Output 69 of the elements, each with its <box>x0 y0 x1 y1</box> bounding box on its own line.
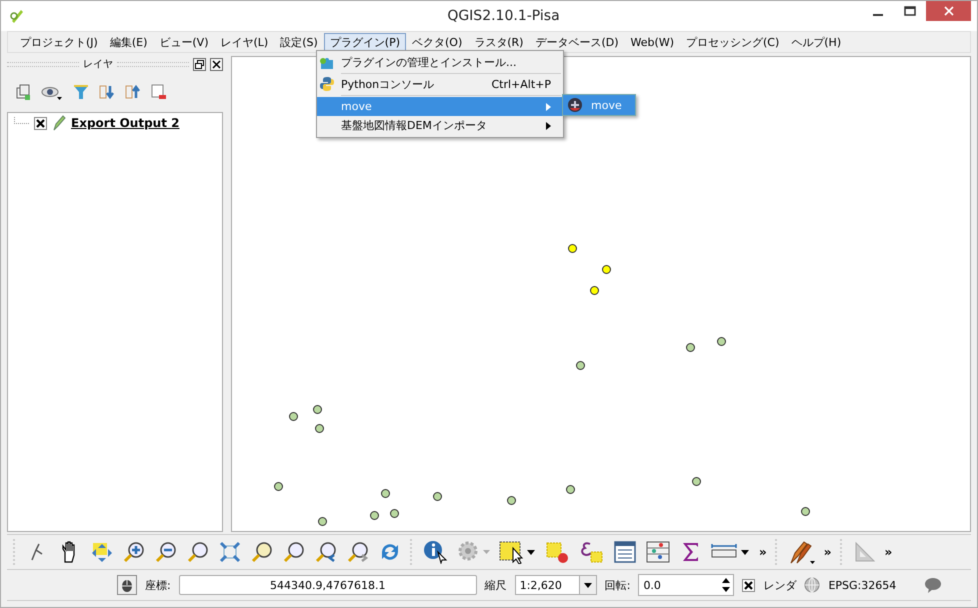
collapse-all-icon[interactable] <box>125 84 141 100</box>
scale-label: 縮尺 <box>484 578 507 592</box>
crs-label[interactable]: EPSG:32654 <box>828 578 896 592</box>
pencils-icon[interactable] <box>788 539 816 565</box>
menu-entry[interactable]: プラグインの管理とインストール... <box>317 53 563 72</box>
scale-dropdown[interactable]: 1:2,620 <box>514 575 597 595</box>
plugin-icon <box>567 97 583 113</box>
remove-layer-icon[interactable] <box>151 84 167 100</box>
layer-checkbox[interactable] <box>34 116 47 130</box>
panel-title: レイヤ <box>83 58 113 71</box>
python-icon <box>319 76 335 92</box>
menu-item[interactable]: ビュー(V) <box>153 32 214 52</box>
minimize-icon <box>873 14 883 16</box>
rotation-spinbox[interactable]: 0.0 <box>638 574 734 596</box>
pan-to-selection-icon[interactable] <box>90 540 114 564</box>
speech-bubble-icon[interactable] <box>924 577 942 593</box>
filter-icon[interactable] <box>73 84 89 100</box>
maximize-icon <box>904 6 916 16</box>
close-panel-button[interactable] <box>210 58 223 70</box>
deselect-icon[interactable] <box>545 540 571 564</box>
globe-icon[interactable] <box>804 577 820 593</box>
attribute-table-icon[interactable] <box>613 540 637 564</box>
mouse-toggle-button[interactable] <box>117 575 137 595</box>
menu-entry[interactable]: Pythonコンソール Ctrl+Alt+P <box>317 75 563 94</box>
toolbar-overflow-button[interactable]: » <box>824 545 832 559</box>
zoom-next-icon[interactable] <box>346 540 370 564</box>
layer-name[interactable]: Export Output 2 <box>71 116 180 130</box>
close-icon <box>944 6 954 16</box>
menu-item[interactable]: プロジェクト(J) <box>14 32 104 52</box>
toolbar-overflow-button[interactable]: » <box>759 545 767 559</box>
render-label: レンダ <box>763 578 796 592</box>
menu-item[interactable]: データベース(D) <box>529 32 625 52</box>
window-title: QGIS2.10.1-Pisa <box>446 8 561 24</box>
render-checkbox[interactable] <box>742 578 756 592</box>
menu-item[interactable]: 編集(E) <box>104 32 154 52</box>
spin-down-icon[interactable] <box>722 587 730 592</box>
menu-item[interactable]: 設定(S) <box>274 32 324 52</box>
pencil-logo-icon <box>9 8 25 24</box>
menu-item[interactable]: レイヤ(L) <box>214 32 274 52</box>
map-canvas[interactable] <box>231 56 971 532</box>
add-group-icon[interactable] <box>15 84 31 100</box>
menu-item[interactable]: ヘルプ(H) <box>785 32 848 52</box>
zoom-out-icon[interactable] <box>154 540 178 564</box>
close-button[interactable] <box>926 1 971 21</box>
select-features-icon[interactable] <box>499 540 537 564</box>
dropdown-arrow-icon <box>584 582 592 588</box>
menu-item[interactable]: プラグイン(P) <box>324 32 406 52</box>
expression-select-icon[interactable] <box>579 540 605 564</box>
zoom-last-icon[interactable] <box>314 540 338 564</box>
menu-item[interactable]: ラスタ(R) <box>468 32 530 52</box>
menu-item[interactable]: Web(W) <box>624 34 680 50</box>
menu-item[interactable]: プロセッシング(C) <box>680 32 786 52</box>
toolbar-overflow-button[interactable]: » <box>884 545 892 559</box>
float-panel-button[interactable] <box>193 58 206 70</box>
coordinate-field[interactable]: 544340.9,4767618.1 <box>178 575 477 595</box>
mouse-icon <box>120 577 134 593</box>
zoom-selection-icon[interactable] <box>250 540 274 564</box>
coordinate-label: 座標: <box>145 578 171 592</box>
spin-up-icon[interactable] <box>722 578 730 583</box>
menu-entry[interactable]: 基盤地図情報DEMインポータ <box>317 116 563 135</box>
identify-icon[interactable] <box>423 540 449 564</box>
expand-all-icon[interactable] <box>99 84 115 100</box>
eye-icon[interactable] <box>41 84 63 100</box>
puzzle-icon <box>319 55 335 71</box>
zoom-in-icon[interactable] <box>122 540 146 564</box>
menu-item[interactable]: ベクタ(O) <box>406 32 468 52</box>
pencil-icon <box>52 115 66 131</box>
zoom-full-icon[interactable] <box>218 540 242 564</box>
rotation-label: 回転: <box>604 578 630 592</box>
